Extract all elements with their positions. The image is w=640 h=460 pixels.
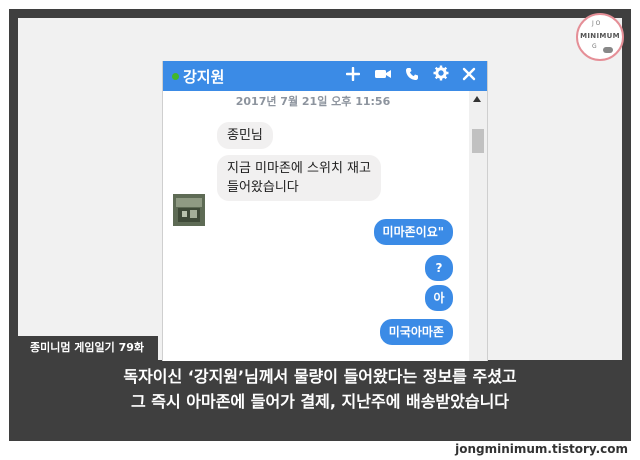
add-icon[interactable] <box>343 65 363 87</box>
incoming-message[interactable]: 종민님 <box>217 122 273 149</box>
caption-line: 독자이신 ‘강지원’님께서 물량이 들어왔다는 정보를 주셨고 <box>123 367 517 386</box>
video-call-icon[interactable] <box>373 65 393 87</box>
message-timestamp: 2017년 7월 21일 오후 11:56 <box>235 95 391 108</box>
logo-top-letters: J O <box>592 20 601 27</box>
footer-url: jongminimum.tistory.com <box>455 442 628 456</box>
scroll-up-arrow-icon[interactable] <box>473 96 481 102</box>
series-tag: 종미니멈 게임일기 79화 <box>14 336 158 360</box>
message-text: 미마존이요" <box>382 225 444 239</box>
caption: 독자이신 ‘강지원’님께서 물량이 들어왔다는 정보를 주셨고 그 즉시 아마존… <box>9 364 631 414</box>
outgoing-message[interactable]: 미마존이요" <box>373 219 453 245</box>
incoming-message[interactable]: 지금 미마존에 스위치 재고 들어왔습니다 <box>217 155 381 201</box>
message-list[interactable]: 2017년 7월 21일 오후 11:56 종민님 지금 미마존에 스위치 재고… <box>163 91 487 361</box>
blog-logo: J O MINIMUM G <box>576 13 624 61</box>
scroll-thumb[interactable] <box>472 129 484 153</box>
scrollbar[interactable] <box>469 91 487 361</box>
outgoing-message[interactable]: 미국아마존 <box>379 319 453 345</box>
message-text-line: 지금 미마존에 스위치 재고 <box>227 161 371 176</box>
message-text: 종민님 <box>227 128 263 143</box>
logo-text: MINIMUM <box>580 32 620 40</box>
chat-window: 강지원 2017년 7월 21일 오후 11:56 종민님 지금 미마존에 스위… <box>162 61 488 361</box>
phone-icon[interactable] <box>402 65 422 87</box>
logo-side-letter: G <box>592 43 597 50</box>
contact-name[interactable]: 강지원 <box>183 66 224 87</box>
online-status-icon <box>172 73 179 80</box>
message-text-line: 들어왔습니다 <box>227 180 299 195</box>
close-icon[interactable] <box>459 65 479 87</box>
message-text: 아 <box>433 291 445 305</box>
outgoing-message[interactable]: 아 <box>425 285 453 311</box>
outgoing-message[interactable]: ? <box>425 255 453 281</box>
chat-header[interactable]: 강지원 <box>163 61 487 91</box>
gamepad-icon <box>603 47 613 53</box>
message-text: ? <box>435 261 443 275</box>
message-text: 미국아마존 <box>388 325 444 339</box>
avatar[interactable] <box>173 194 205 226</box>
gear-icon[interactable] <box>431 65 451 87</box>
caption-line: 그 즉시 아마존에 들어가 결제, 지난주에 배송받았습니다 <box>130 392 510 411</box>
